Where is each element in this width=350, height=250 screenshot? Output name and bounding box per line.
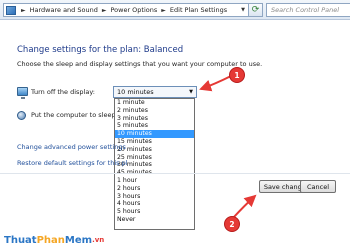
display-timeout-value: 10 minutes — [117, 88, 154, 96]
page-title: Change settings for the plan: Balanced — [17, 45, 184, 55]
dropdown-option[interactable]: 1 hour — [115, 177, 194, 185]
watermark-logo: Thuat Phan Mem .vn — [0, 230, 120, 250]
dropdown-option[interactable]: 15 minutes — [115, 138, 194, 146]
dropdown-option[interactable]: 2 minutes — [115, 107, 194, 115]
arrow-to-dropdown — [199, 75, 232, 92]
dropdown-option[interactable]: 5 minutes — [115, 122, 194, 130]
arrow-to-save-button — [232, 194, 257, 219]
chevron-down-icon[interactable]: ▼ — [238, 4, 248, 16]
breadcrumb-separator-icon: ► — [101, 6, 107, 14]
dropdown-option[interactable]: 1 minute — [115, 99, 194, 107]
watermark-part: .vn — [92, 236, 105, 244]
divider — [0, 173, 350, 174]
dropdown-option[interactable]: 3 hours — [115, 193, 194, 201]
monitor-icon — [17, 87, 28, 99]
display-timeout-label: Turn off the display: — [31, 88, 95, 96]
breadcrumb-edit-plan-settings[interactable]: Edit Plan Settings — [169, 6, 228, 14]
breadcrumb-power-options[interactable]: Power Options — [109, 6, 158, 14]
dropdown-option[interactable]: 5 hours — [115, 208, 194, 216]
search-input[interactable]: Search Control Panel — [266, 3, 350, 17]
watermark-part: Mem — [64, 234, 93, 246]
chevron-down-icon[interactable]: ▼ — [189, 89, 193, 95]
control-panel-icon — [6, 5, 16, 15]
dropdown-option[interactable]: Never — [115, 216, 194, 224]
dropdown-option[interactable]: 3 minutes — [115, 115, 194, 123]
watermark-part: Phan — [36, 234, 65, 246]
sleep-timeout-label: Put the computer to sleep: — [31, 111, 118, 119]
cancel-button[interactable]: Cancel — [300, 180, 336, 193]
address-bar: ► Hardware and Sound ► Power Options ► E… — [0, 0, 350, 20]
dropdown-option[interactable]: 4 hours — [115, 200, 194, 208]
restore-defaults-link[interactable]: Restore default settings for this pl — [17, 159, 128, 167]
refresh-icon[interactable]: ⟳ — [249, 3, 263, 17]
breadcrumb-separator-icon: ► — [161, 6, 166, 14]
change-advanced-settings-link[interactable]: Change advanced power settings — [17, 143, 126, 151]
dropdown-option[interactable]: 20 minutes — [115, 146, 194, 154]
watermark-part: Thuat — [4, 234, 37, 246]
dropdown-option[interactable]: 2 hours — [115, 185, 194, 193]
breadcrumb[interactable]: ► Hardware and Sound ► Power Options ► E… — [3, 3, 249, 17]
sleep-icon — [17, 111, 26, 120]
breadcrumb-hardware-and-sound[interactable]: Hardware and Sound — [29, 6, 99, 14]
display-timeout-select[interactable]: 10 minutes ▼ — [113, 86, 197, 98]
dropdown-option[interactable]: 10 minutes — [115, 130, 194, 138]
breadcrumb-separator-icon: ► — [21, 6, 26, 14]
callout-badge-1: 1 — [230, 68, 244, 82]
page-subtitle: Choose the sleep and display settings th… — [17, 60, 263, 68]
callout-badge-2: 2 — [225, 217, 239, 231]
